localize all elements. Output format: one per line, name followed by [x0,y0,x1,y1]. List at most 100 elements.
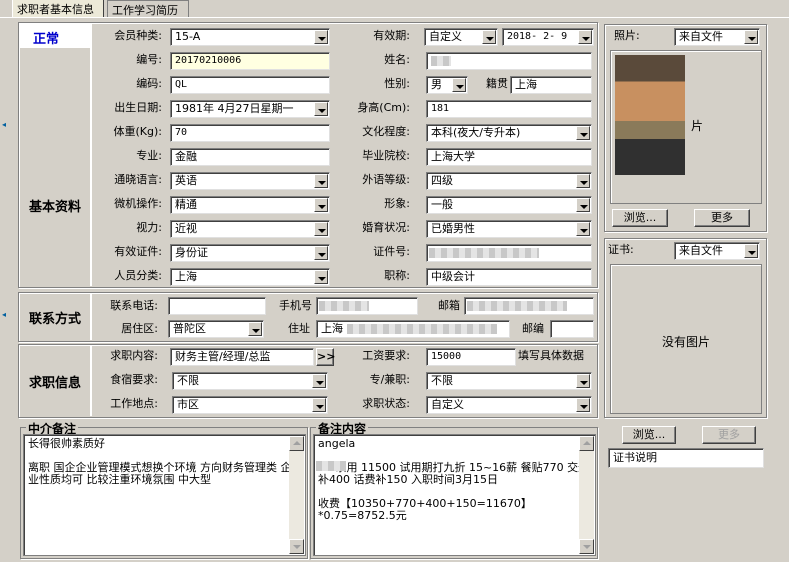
chevron-down-icon[interactable] [314,246,328,260]
chevron-down-icon[interactable] [314,222,328,236]
computer-select[interactable]: 精通 [170,196,330,214]
fulltime-select[interactable]: 不限 [426,372,592,390]
scroll-down-icon[interactable] [579,539,594,554]
salary-field[interactable]: 15000 [426,348,516,366]
photo-more-button[interactable]: 更多 [694,209,750,227]
name-field[interactable] [426,52,592,70]
redacted-remark [316,461,346,471]
salary-hint: 填写具体数据 [518,349,584,362]
phone-field[interactable] [168,297,266,315]
chevron-down-icon[interactable] [314,198,328,212]
chevron-down-icon[interactable] [744,30,758,44]
validity-date-picker[interactable]: 2018- 2- 9 [502,28,594,46]
chevron-down-icon[interactable] [576,222,590,236]
cert-more-button[interactable]: 更多 [702,426,756,444]
remark-textarea[interactable]: angela 录用 11500 试用期打九折 15~16薪 餐贴770 交通补4… [313,434,596,556]
district-select[interactable]: 普陀区 [168,320,264,338]
member-type-select[interactable]: 15-A [170,28,330,46]
weight-field[interactable]: 70 [170,124,330,142]
id-type-select[interactable]: 身份证 [170,244,330,262]
chevron-down-icon[interactable] [576,126,590,140]
birth-date-picker[interactable]: 1981年 4月27日星期一 [170,100,330,118]
email-label: 邮箱 [438,299,460,312]
mobile-label: 手机号 [279,299,312,312]
district-label: 居住区: [121,322,158,335]
chevron-down-icon[interactable] [312,398,326,412]
location-label: 工作地点: [110,397,158,410]
person-type-select[interactable]: 上海 [170,268,330,286]
computer-value: 精通 [175,198,197,211]
chevron-down-icon[interactable] [744,244,758,258]
cert-source-select[interactable]: 来自文件 [674,242,760,260]
photo-browse-button[interactable]: 浏览... [612,209,668,227]
height-value: 181 [431,103,450,114]
vision-select[interactable]: 近视 [170,220,330,238]
cert-source-value: 来自文件 [679,244,723,257]
job-content-more-button[interactable]: >> [316,348,335,366]
job-content-value: 财务主管/经理/总监 [175,350,271,363]
number-field[interactable]: 20170210006 [170,52,330,70]
scroll-up-icon[interactable] [579,436,594,451]
postcode-field[interactable] [550,320,594,338]
tab-work-history-label: 工作学习简历 [112,4,178,17]
job-content-field[interactable]: 财务主管/经理/总监 [170,348,314,366]
chevron-down-icon[interactable] [482,30,496,44]
title-field[interactable]: 中级会计 [426,268,592,286]
chevron-down-icon[interactable] [248,322,262,336]
validity-value: 自定义 [429,30,462,43]
chevron-down-icon[interactable] [576,398,590,412]
district-value: 普陀区 [173,322,206,335]
native-field[interactable]: 上海 [510,76,592,94]
validity-select[interactable]: 自定义 [424,28,498,46]
validity-label: 有效期: [373,29,410,42]
gender-select[interactable]: 男 [426,76,468,94]
redacted-id-number [429,248,539,258]
chevron-down-icon[interactable] [314,102,328,116]
cert-browse-button[interactable]: 浏览... [622,426,676,444]
email-field[interactable] [464,297,594,315]
cert-desc-field[interactable]: 证书说明 [608,448,764,468]
location-select[interactable]: 市区 [172,396,328,414]
job-status-select[interactable]: 自定义 [426,396,592,414]
person-type-value: 上海 [175,270,197,283]
lodging-select[interactable]: 不限 [172,372,328,390]
tab-work-history[interactable]: 工作学习简历 [107,0,189,17]
height-field[interactable]: 181 [426,100,592,118]
chevron-down-icon[interactable] [452,78,466,92]
address-label: 住址 [288,322,310,335]
photo-source-select[interactable]: 来自文件 [674,28,760,46]
address-field[interactable]: 上海 [316,320,510,338]
member-type-label: 会员种类: [114,29,162,42]
code-field[interactable]: QL [170,76,330,94]
appearance-label: 形象: [384,197,410,210]
chevron-down-icon[interactable] [312,374,326,388]
tab-basic-info[interactable]: 求职者基本信息 [12,0,104,17]
chevron-down-icon[interactable] [314,30,328,44]
gender-value: 男 [431,78,442,91]
chevron-down-icon[interactable] [314,174,328,188]
appearance-select[interactable]: 一般 [426,196,592,214]
chevron-down-icon[interactable] [578,30,592,44]
gender-label: 性别: [384,77,410,90]
scrollbar[interactable] [579,436,594,554]
marital-select[interactable]: 已婚男性 [426,220,592,238]
foreign-level-select[interactable]: 四级 [426,172,592,190]
school-field[interactable]: 上海大学 [426,148,592,166]
scrollbar[interactable] [289,436,304,554]
chevron-down-icon[interactable] [576,374,590,388]
education-select[interactable]: 本科(夜大/专升本) [426,124,592,142]
scroll-up-icon[interactable] [289,436,304,451]
language-select[interactable]: 英语 [170,172,330,190]
native-value: 上海 [515,78,537,91]
agency-notes-textarea[interactable]: 长得很帅素质好 离职 国企企业管理模式想换个环境 方向财务管理类 企业性质均可 … [23,434,306,556]
scroll-down-icon[interactable] [289,539,304,554]
birth-label: 出生日期: [114,101,162,114]
code-label: 编码: [136,77,162,90]
id-number-field[interactable] [426,244,592,262]
chevron-down-icon[interactable] [576,198,590,212]
major-field[interactable]: 金融 [170,148,330,166]
mobile-field[interactable] [316,297,418,315]
job-status-label: 求职状态: [362,397,410,410]
chevron-down-icon[interactable] [314,270,328,284]
chevron-down-icon[interactable] [576,174,590,188]
